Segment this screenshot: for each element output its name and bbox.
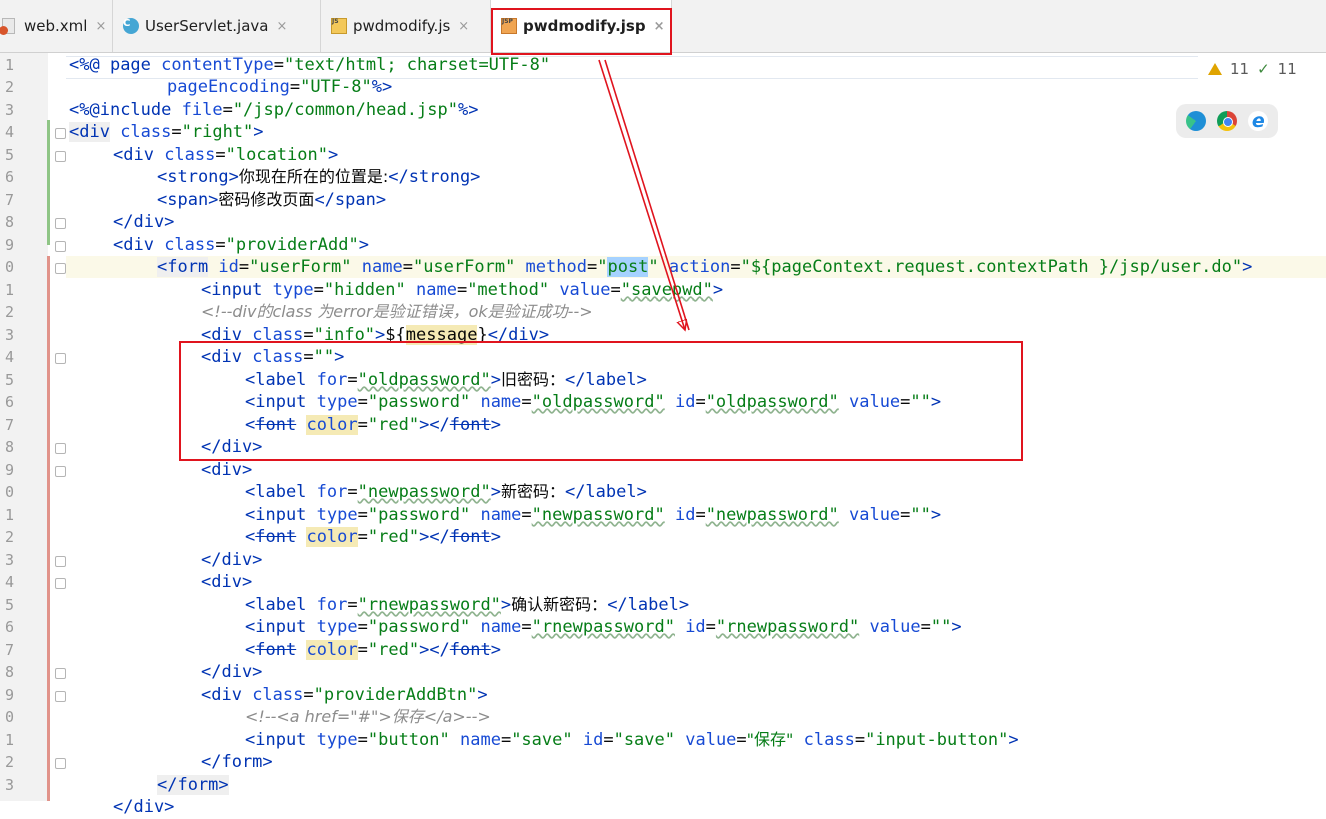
- code-line: </div>: [201, 550, 263, 570]
- code-line: <strong>你现在所在的位置是:</strong>: [157, 167, 481, 187]
- code-line: <div class="providerAddBtn">: [201, 685, 488, 705]
- code-line: </div>: [113, 797, 175, 817]
- xml-file-icon: [0, 18, 18, 35]
- line-number: 3: [4, 776, 14, 794]
- fold-icon[interactable]: [55, 466, 66, 477]
- code-line: </div>: [113, 212, 175, 232]
- line-number: 5: [4, 596, 14, 614]
- line-number: 3: [4, 101, 14, 119]
- line-number: 1: [4, 281, 14, 299]
- line-number: 7: [4, 641, 14, 659]
- tab-label: web.xml: [24, 17, 88, 35]
- code-line: </form>: [201, 752, 273, 772]
- code-line: <!--<a href="#">保存</a>-->: [245, 707, 491, 726]
- code-line: pageEncoding="UTF-8"%>: [167, 77, 393, 97]
- line-number: 3: [4, 551, 14, 569]
- line-number: 2: [4, 78, 14, 96]
- code-line: <div class="right">: [69, 122, 264, 142]
- tab-userservlet-java[interactable]: C UserServlet.java ×: [113, 0, 321, 52]
- line-number: 4: [4, 348, 14, 366]
- line-number: 6: [4, 168, 14, 186]
- line-number: 8: [4, 213, 14, 231]
- fold-icon[interactable]: [55, 128, 66, 139]
- code-line: <input type="password" name="newpassword…: [245, 505, 942, 525]
- vcs-modified-marker: [47, 256, 50, 801]
- code-line: <div>: [201, 572, 253, 592]
- browser-preview-bar: e: [1176, 104, 1278, 138]
- line-number: 6: [4, 393, 14, 411]
- tab-annotation-box: [491, 8, 672, 55]
- code-line: <%@ page contentType="text/html; charset…: [69, 55, 551, 75]
- line-number: 4: [4, 123, 14, 141]
- code-line: <!--div的class 为error是验证错误，ok是验证成功-->: [201, 302, 593, 321]
- code-line: <div class="providerAdd">: [113, 235, 369, 255]
- line-number: 3: [4, 326, 14, 344]
- line-number: 2: [4, 753, 14, 771]
- tab-label: UserServlet.java: [145, 17, 269, 35]
- line-number: 5: [4, 146, 14, 164]
- ie-icon[interactable]: e: [1248, 111, 1269, 131]
- fold-icon[interactable]: [55, 556, 66, 567]
- line-number: 7: [4, 191, 14, 209]
- line-number: 0: [4, 258, 14, 276]
- fold-icon[interactable]: [55, 218, 66, 229]
- inspection-widget[interactable]: 11 ✓ 11: [1198, 56, 1326, 82]
- line-number: 9: [4, 236, 14, 254]
- tab-web-xml[interactable]: web.xml ×: [0, 0, 113, 52]
- line-number: 0: [4, 483, 14, 501]
- code-line: <input type="button" name="save" id="sav…: [245, 730, 1019, 750]
- fold-icon[interactable]: [55, 668, 66, 679]
- line-number: 8: [4, 438, 14, 456]
- code-line: <div>: [201, 460, 253, 480]
- line-number: 5: [4, 371, 14, 389]
- line-number: 4: [4, 573, 14, 591]
- tab-label: pwdmodify.js: [353, 17, 451, 35]
- line-number: 9: [4, 686, 14, 704]
- code-line: <%@include file="/jsp/common/head.jsp"%>: [69, 100, 479, 120]
- line-number: 9: [4, 461, 14, 479]
- code-line: </div>: [201, 662, 263, 682]
- line-number: 2: [4, 303, 14, 321]
- line-number: 1: [4, 506, 14, 524]
- code-line: <form id="userForm" name="userForm" meth…: [157, 257, 1253, 277]
- line-number: 1: [4, 731, 14, 749]
- line-number: 2: [4, 528, 14, 546]
- fold-icon[interactable]: [55, 443, 66, 454]
- java-class-icon: C: [123, 18, 139, 34]
- edge-icon[interactable]: [1185, 111, 1206, 131]
- code-line: <input type="hidden" name="method" value…: [201, 280, 724, 300]
- line-number: 0: [4, 708, 14, 726]
- line-number: 7: [4, 416, 14, 434]
- fold-icon[interactable]: [55, 691, 66, 702]
- code-line: <div class="location">: [113, 145, 339, 165]
- code-line: <input type="password" name="rnewpasswor…: [245, 617, 962, 637]
- fold-icon[interactable]: [55, 353, 66, 364]
- code-line: </form>: [157, 775, 229, 795]
- close-icon[interactable]: ×: [95, 19, 106, 34]
- code-line: <font color="red"></font>: [245, 527, 501, 547]
- warning-count: 11: [1230, 60, 1250, 78]
- warning-icon: [1208, 63, 1222, 75]
- annotation-box: [179, 341, 1023, 461]
- fold-icon[interactable]: [55, 263, 66, 274]
- tab-pwdmodify-js[interactable]: JS pwdmodify.js ×: [321, 0, 491, 52]
- code-line: <label for="newpassword">新密码：</label>: [245, 482, 647, 502]
- chrome-icon[interactable]: [1216, 111, 1237, 131]
- code-line: <font color="red"></font>: [245, 640, 501, 660]
- code-line: <label for="rnewpassword">确认新密码：</label>: [245, 595, 690, 615]
- close-icon[interactable]: ×: [276, 19, 287, 34]
- fold-icon[interactable]: [55, 578, 66, 589]
- fold-icon[interactable]: [55, 758, 66, 769]
- weak-warning-icon: ✓: [1257, 60, 1270, 78]
- line-number: 6: [4, 618, 14, 636]
- weak-warning-count: 11: [1277, 60, 1297, 78]
- line-number: 8: [4, 663, 14, 681]
- close-icon[interactable]: ×: [458, 19, 469, 34]
- fold-icon[interactable]: [55, 241, 66, 252]
- line-number: 1: [4, 56, 14, 74]
- fold-icon[interactable]: [55, 151, 66, 162]
- code-line: <span>密码修改页面</span>: [157, 190, 387, 210]
- vcs-added-marker: [47, 120, 50, 245]
- js-file-icon: JS: [331, 18, 347, 34]
